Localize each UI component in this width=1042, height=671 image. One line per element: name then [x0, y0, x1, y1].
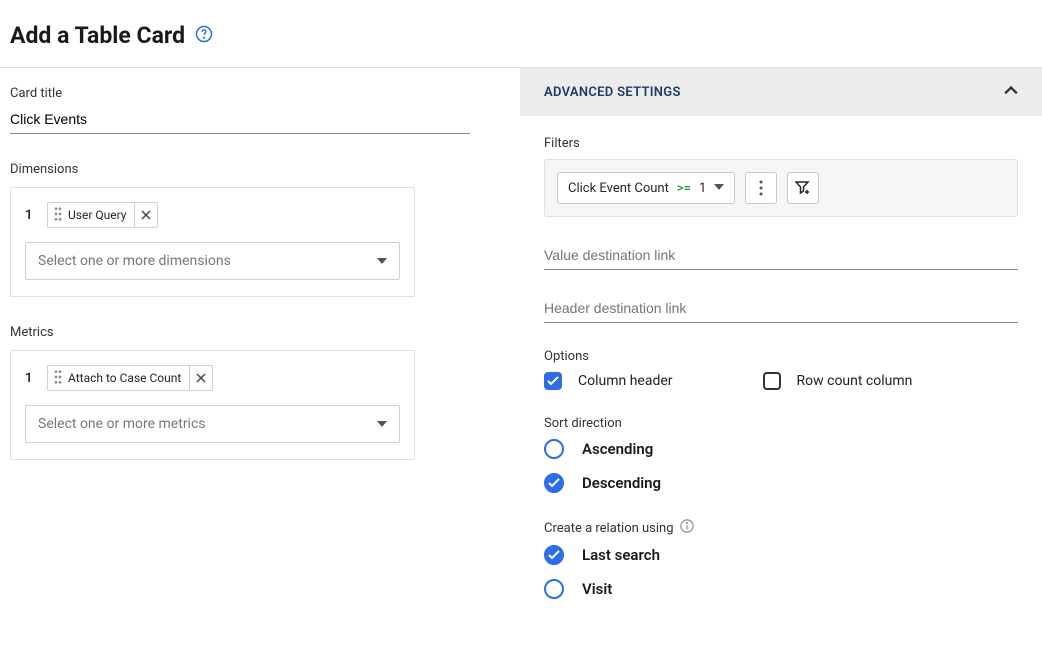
checkbox-icon — [763, 372, 781, 390]
card-title-label: Card title — [10, 86, 510, 101]
relation-label: Create a relation using — [544, 519, 1018, 537]
left-column: Card title Dimensions 1 User Query — [0, 68, 520, 655]
sort-radio-list: Ascending Descending — [544, 439, 1018, 493]
chevron-up-icon — [1004, 83, 1018, 102]
options-row: Column header Row count column — [544, 372, 1018, 390]
dimensions-field: Dimensions 1 User Query Select — [10, 162, 510, 297]
radio-label: Descending — [582, 474, 661, 492]
checkbox-icon — [544, 372, 562, 390]
header-link-input[interactable] — [544, 296, 1018, 323]
chip-text: User Query — [68, 208, 126, 222]
chip-index: 1 — [25, 371, 37, 386]
checkbox-label: Column header — [578, 373, 673, 389]
radio-icon — [544, 579, 564, 599]
filters-label: Filters — [544, 136, 1018, 151]
help-icon[interactable] — [195, 25, 213, 47]
metric-chip-row: 1 Attach to Case Count — [25, 365, 400, 391]
header-link-section — [544, 296, 1018, 323]
dimension-chip[interactable]: User Query — [47, 202, 158, 228]
filter-field: Click Event Count — [568, 181, 669, 196]
info-icon[interactable] — [680, 519, 694, 537]
chevron-down-icon — [714, 181, 724, 196]
row-count-checkbox[interactable]: Row count column — [763, 372, 913, 390]
relation-last-search-radio[interactable]: Last search — [544, 545, 1018, 565]
metric-chip[interactable]: Attach to Case Count — [47, 365, 213, 391]
radio-icon — [544, 473, 564, 493]
filter-value: 1 — [699, 181, 706, 196]
advanced-settings-toggle[interactable]: ADVANCED SETTINGS — [520, 68, 1042, 116]
drag-handle-icon[interactable] — [54, 369, 62, 388]
page-title: Add a Table Card — [10, 22, 185, 49]
select-placeholder: Select one or more dimensions — [38, 253, 231, 269]
relation-radio-list: Last search Visit — [544, 545, 1018, 599]
dimensions-box: 1 User Query Select one or more dimensio… — [10, 187, 415, 297]
filter-operator: >= — [677, 181, 691, 196]
value-link-input[interactable] — [544, 243, 1018, 270]
metrics-box: 1 Attach to Case Count Select one or mor… — [10, 350, 415, 460]
relation-visit-radio[interactable]: Visit — [544, 579, 1018, 599]
chip-text: Attach to Case Count — [68, 371, 181, 385]
metrics-field: Metrics 1 Attach to Case Count — [10, 325, 510, 460]
relation-section: Create a relation using Last search — [544, 519, 1018, 599]
radio-icon — [544, 439, 564, 459]
advanced-settings-body: Filters Click Event Count >= 1 — [520, 116, 1042, 655]
sort-ascending-radio[interactable]: Ascending — [544, 439, 1018, 459]
sort-section: Sort direction Ascending Descending — [544, 416, 1018, 493]
dimensions-label: Dimensions — [10, 162, 510, 177]
column-header-checkbox[interactable]: Column header — [544, 372, 673, 390]
add-filter-button[interactable] — [787, 172, 819, 204]
card-title-field: Card title — [10, 86, 510, 134]
chip-remove-button[interactable] — [189, 365, 206, 391]
filter-bar: Click Event Count >= 1 — [544, 159, 1018, 217]
page-header: Add a Table Card — [0, 0, 1042, 67]
filters-section: Filters Click Event Count >= 1 — [544, 136, 1018, 217]
radio-label: Ascending — [582, 440, 653, 458]
options-section: Options Column header Row count column — [544, 349, 1018, 390]
value-link-section — [544, 243, 1018, 270]
right-column: ADVANCED SETTINGS Filters Click Event Co… — [520, 68, 1042, 655]
chip-remove-button[interactable] — [134, 202, 151, 228]
options-label: Options — [544, 349, 1018, 364]
card-title-input[interactable] — [10, 107, 470, 134]
radio-label: Visit — [582, 580, 612, 598]
filter-menu-button[interactable] — [745, 172, 777, 204]
sort-label: Sort direction — [544, 416, 1018, 431]
select-placeholder: Select one or more metrics — [38, 416, 206, 432]
chip-index: 1 — [25, 208, 37, 223]
radio-label: Last search — [582, 546, 660, 564]
radio-icon — [544, 545, 564, 565]
metrics-select[interactable]: Select one or more metrics — [25, 405, 400, 443]
metrics-label: Metrics — [10, 325, 510, 340]
dimension-chip-row: 1 User Query — [25, 202, 400, 228]
drag-handle-icon[interactable] — [54, 206, 62, 225]
sort-descending-radio[interactable]: Descending — [544, 473, 1018, 493]
main-layout: Card title Dimensions 1 User Query — [0, 67, 1042, 655]
dimensions-select[interactable]: Select one or more dimensions — [25, 242, 400, 280]
filter-pill[interactable]: Click Event Count >= 1 — [557, 172, 735, 204]
advanced-settings-title: ADVANCED SETTINGS — [544, 85, 681, 100]
checkbox-label: Row count column — [797, 373, 913, 389]
